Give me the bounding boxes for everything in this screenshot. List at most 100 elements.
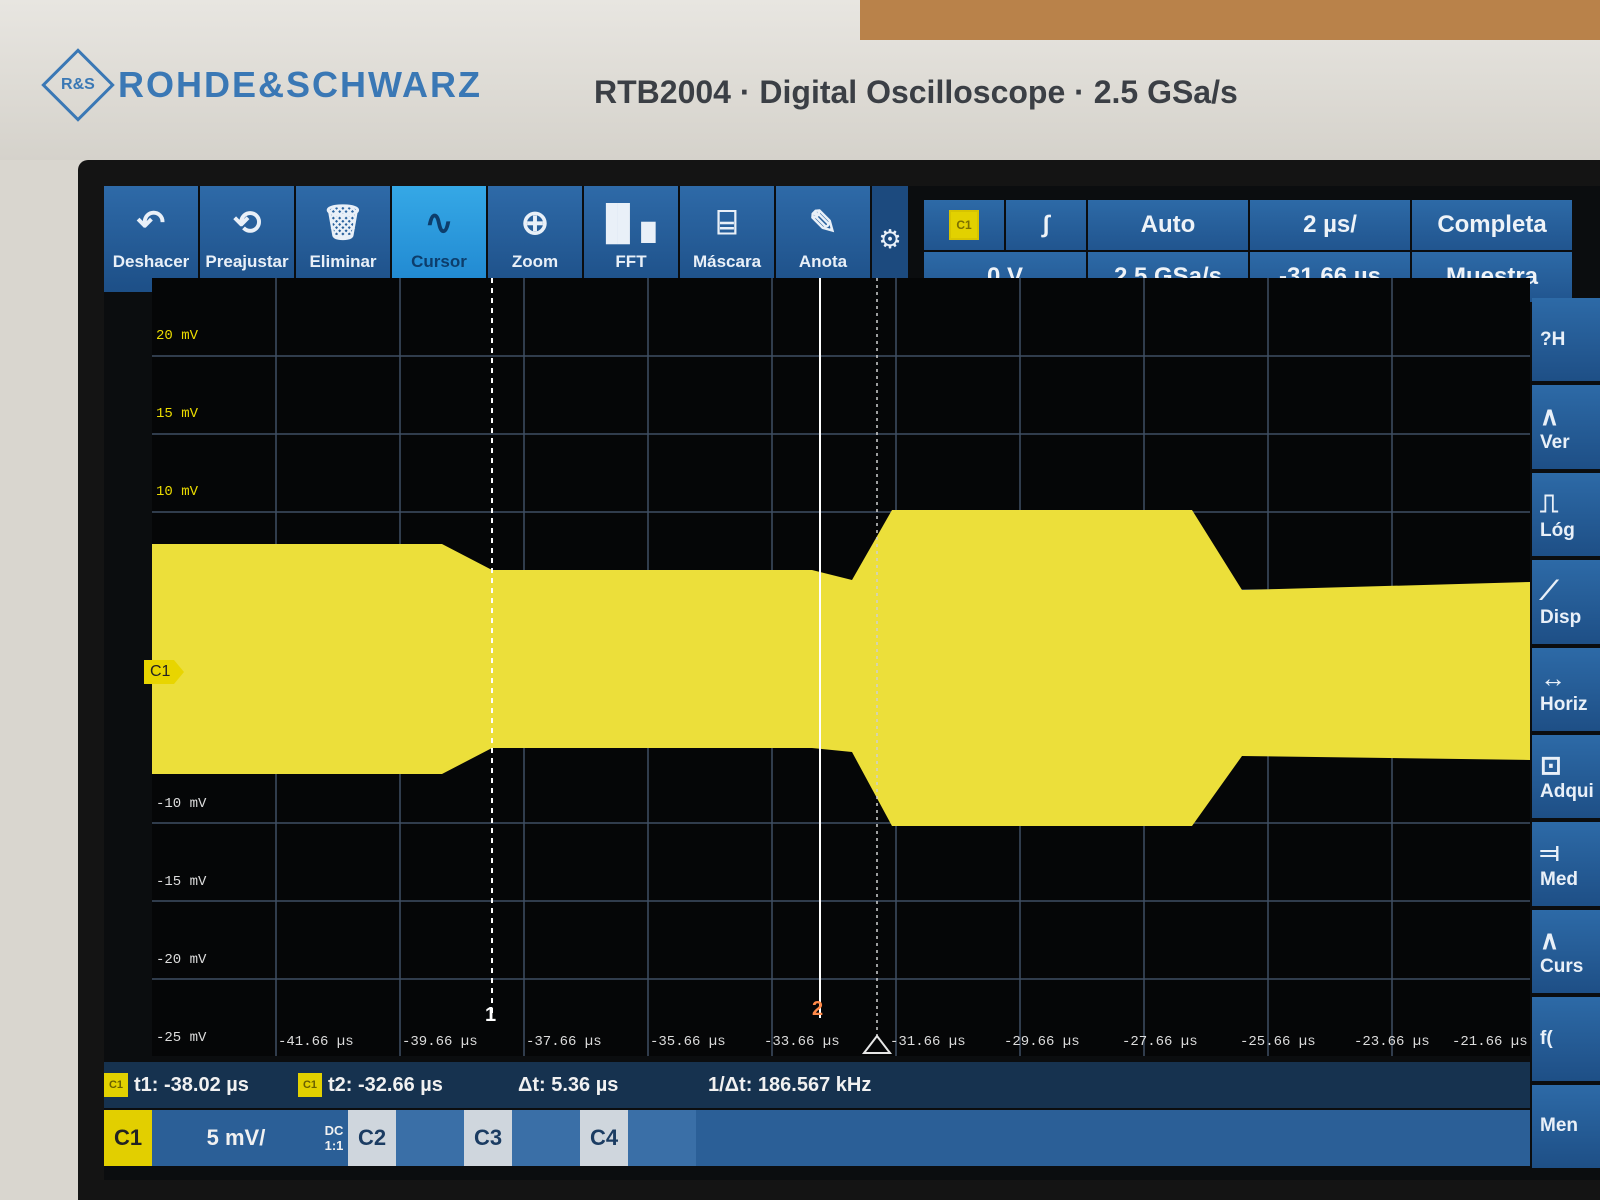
t1-readout: C1 t1: -38.02 µs bbox=[104, 1073, 294, 1097]
background-wall bbox=[860, 0, 1600, 40]
channel-3-tab[interactable]: C3 bbox=[464, 1110, 512, 1166]
mask-label: Máscara bbox=[692, 252, 762, 271]
channel-1-tab[interactable]: C1 bbox=[104, 1110, 152, 1166]
side-acquire[interactable]: ⊡ Adqui bbox=[1532, 735, 1600, 819]
delete-label: Eliminar bbox=[309, 252, 377, 271]
trigger-slope[interactable]: ∫ bbox=[1006, 200, 1086, 250]
y-label-neg20: -20 mV bbox=[156, 952, 207, 968]
undo-label: Deshacer bbox=[112, 252, 190, 271]
channel-4-scale[interactable] bbox=[628, 1110, 696, 1166]
x-label: -27.66 µs bbox=[1122, 1034, 1198, 1050]
y-label-neg10: -10 mV bbox=[156, 796, 207, 812]
side-measure[interactable]: ⫤ Med bbox=[1532, 822, 1600, 906]
undo-button[interactable]: ↶ Deshacer bbox=[104, 186, 198, 292]
channel-2-scale[interactable] bbox=[396, 1110, 464, 1166]
brand-header: R&S ROHDE&SCHWARZ bbox=[41, 48, 482, 122]
signal-trace bbox=[152, 510, 1530, 826]
side-menu-button[interactable]: Men bbox=[1532, 1084, 1600, 1169]
y-label-20: 20 mV bbox=[156, 328, 199, 344]
mask-button[interactable]: ⌸ Máscara bbox=[680, 186, 774, 292]
side-cursor-label: Curs bbox=[1540, 956, 1584, 978]
channel-1-coupling[interactable]: DC 1:1 bbox=[320, 1110, 348, 1166]
side-math-label: f( bbox=[1540, 1027, 1553, 1049]
y-label-10: 10 mV bbox=[156, 484, 199, 500]
channel-bar: C1 5 mV/ DC 1:1 C2 C3 C4 bbox=[104, 1110, 1530, 1166]
x-label: -23.66 µs bbox=[1354, 1034, 1430, 1050]
y-label-neg15: -15 mV bbox=[156, 874, 207, 890]
acquire-icon: ⊡ bbox=[1540, 750, 1562, 781]
side-menu: ?H ∧ Ver ⎍ Lóg ⟋ Disp ↔ Horiz ⊡ Adqui ⫤ Med ∧ C… bbox=[1532, 298, 1600, 1169]
t2-chip: C1 bbox=[298, 1073, 322, 1097]
x-label: -35.66 µs bbox=[650, 1034, 726, 1050]
trigger-position-marker bbox=[861, 1034, 893, 1054]
delete-button[interactable]: 🗑 Eliminar bbox=[296, 186, 390, 292]
preset-button[interactable]: ⟲ Preajustar bbox=[200, 186, 294, 292]
oscilloscope-screen: ↶ Deshacer ⟲ Preajustar 🗑 Eliminar ∿ Cur… bbox=[104, 186, 1600, 1180]
side-help[interactable]: ?H bbox=[1532, 298, 1600, 382]
cursor-readout: C1 t1: -38.02 µs C1 t2: -32.66 µs Δt: 5.… bbox=[104, 1062, 1530, 1108]
side-math[interactable]: f( bbox=[1532, 997, 1600, 1081]
side-logic-label: Lóg bbox=[1540, 519, 1575, 541]
undo-icon: ↶ bbox=[136, 204, 166, 242]
annotate-label: Anota bbox=[798, 252, 848, 271]
brand-name: ROHDE&SCHWARZ bbox=[118, 64, 482, 105]
fft-icon: ▐▌▖ bbox=[593, 204, 669, 242]
zoom-label: Zoom bbox=[511, 252, 559, 271]
x-label: -33.66 µs bbox=[764, 1034, 840, 1050]
trigger-source-chip: C1 bbox=[949, 210, 979, 240]
delta-t: Δt: 5.36 µs bbox=[518, 1073, 619, 1096]
y-label-neg25: -25 mV bbox=[156, 1030, 207, 1046]
t2-value: t2: -32.66 µs bbox=[328, 1073, 443, 1096]
fft-label: FFT bbox=[615, 252, 647, 271]
fft-button[interactable]: ▐▌▖ FFT bbox=[584, 186, 678, 292]
preset-label: Preajustar bbox=[205, 252, 289, 271]
cursor-button[interactable]: ∿ Cursor bbox=[392, 186, 486, 292]
timebase[interactable]: 2 µs/ bbox=[1250, 200, 1410, 250]
waveform-svg bbox=[152, 278, 1530, 1056]
x-label: -21.66 µs bbox=[1452, 1034, 1528, 1050]
side-cursor[interactable]: ∧ Curs bbox=[1532, 909, 1600, 994]
y-label-15: 15 mV bbox=[156, 406, 199, 422]
zoom-button[interactable]: ⊕ Zoom bbox=[488, 186, 582, 292]
t1-chip: C1 bbox=[104, 1073, 128, 1097]
x-label: -37.66 µs bbox=[526, 1034, 602, 1050]
channel-2-tab[interactable]: C2 bbox=[348, 1110, 396, 1166]
model-title: RTB2004 · Digital Oscilloscope · 2.5 GSa… bbox=[594, 74, 1238, 110]
side-vertical[interactable]: ∧ Ver bbox=[1532, 385, 1600, 469]
pen-icon: ✎ bbox=[808, 204, 838, 242]
waveform-graph[interactable]: 20 mV 15 mV 10 mV -10 mV -15 mV -20 mV -… bbox=[144, 278, 1530, 1056]
preset-icon: ⟲ bbox=[232, 204, 262, 242]
trigger-mode[interactable]: Auto bbox=[1088, 200, 1248, 250]
cursor-2-label[interactable]: 2 bbox=[812, 998, 823, 1021]
cursor-1-label[interactable]: 1 bbox=[485, 1004, 496, 1027]
annotate-button[interactable]: ✎ Anota bbox=[776, 186, 870, 292]
rs-logo-icon: R&S bbox=[41, 48, 115, 122]
channel-4-tab[interactable]: C4 bbox=[580, 1110, 628, 1166]
side-trigger[interactable]: ⟋ Disp bbox=[1532, 560, 1600, 644]
channel-1-scale[interactable]: 5 mV/ bbox=[152, 1110, 320, 1166]
x-label: -39.66 µs bbox=[402, 1034, 478, 1050]
side-measure-label: Med bbox=[1540, 869, 1578, 891]
channel-3-scale[interactable] bbox=[512, 1110, 580, 1166]
settings-gear-icon[interactable]: ⚙ bbox=[872, 186, 908, 292]
horizontal-icon: ↔ bbox=[1540, 662, 1566, 693]
side-menu-label: Men bbox=[1540, 1115, 1578, 1137]
trash-icon: 🗑 bbox=[321, 204, 365, 242]
cursor-label: Cursor bbox=[411, 252, 467, 271]
toolbar: ↶ Deshacer ⟲ Preajustar 🗑 Eliminar ∿ Cur… bbox=[104, 186, 908, 292]
side-logic[interactable]: ⎍ Lóg bbox=[1532, 472, 1600, 557]
cursor-icon: ∧ bbox=[1540, 925, 1560, 956]
acquisition-mode[interactable]: Completa bbox=[1412, 200, 1572, 250]
inverse-delta-t: 1/Δt: 186.567 kHz bbox=[708, 1073, 872, 1096]
logic-icon: ⎍ bbox=[1540, 487, 1559, 518]
side-horizontal[interactable]: ↔ Horiz bbox=[1532, 647, 1600, 732]
side-acquire-label: Adqui bbox=[1540, 781, 1594, 803]
t1-value: t1: -38.02 µs bbox=[134, 1073, 249, 1096]
probe-ratio: 1:1 bbox=[324, 1138, 344, 1153]
trigger-source[interactable]: C1 bbox=[924, 200, 1004, 250]
x-label: -29.66 µs bbox=[1004, 1034, 1080, 1050]
sine-icon: ∿ bbox=[424, 204, 454, 242]
vertical-icon: ∧ bbox=[1540, 400, 1560, 431]
x-label: -41.66 µs bbox=[278, 1034, 354, 1050]
mask-icon: ⌸ bbox=[716, 204, 738, 242]
